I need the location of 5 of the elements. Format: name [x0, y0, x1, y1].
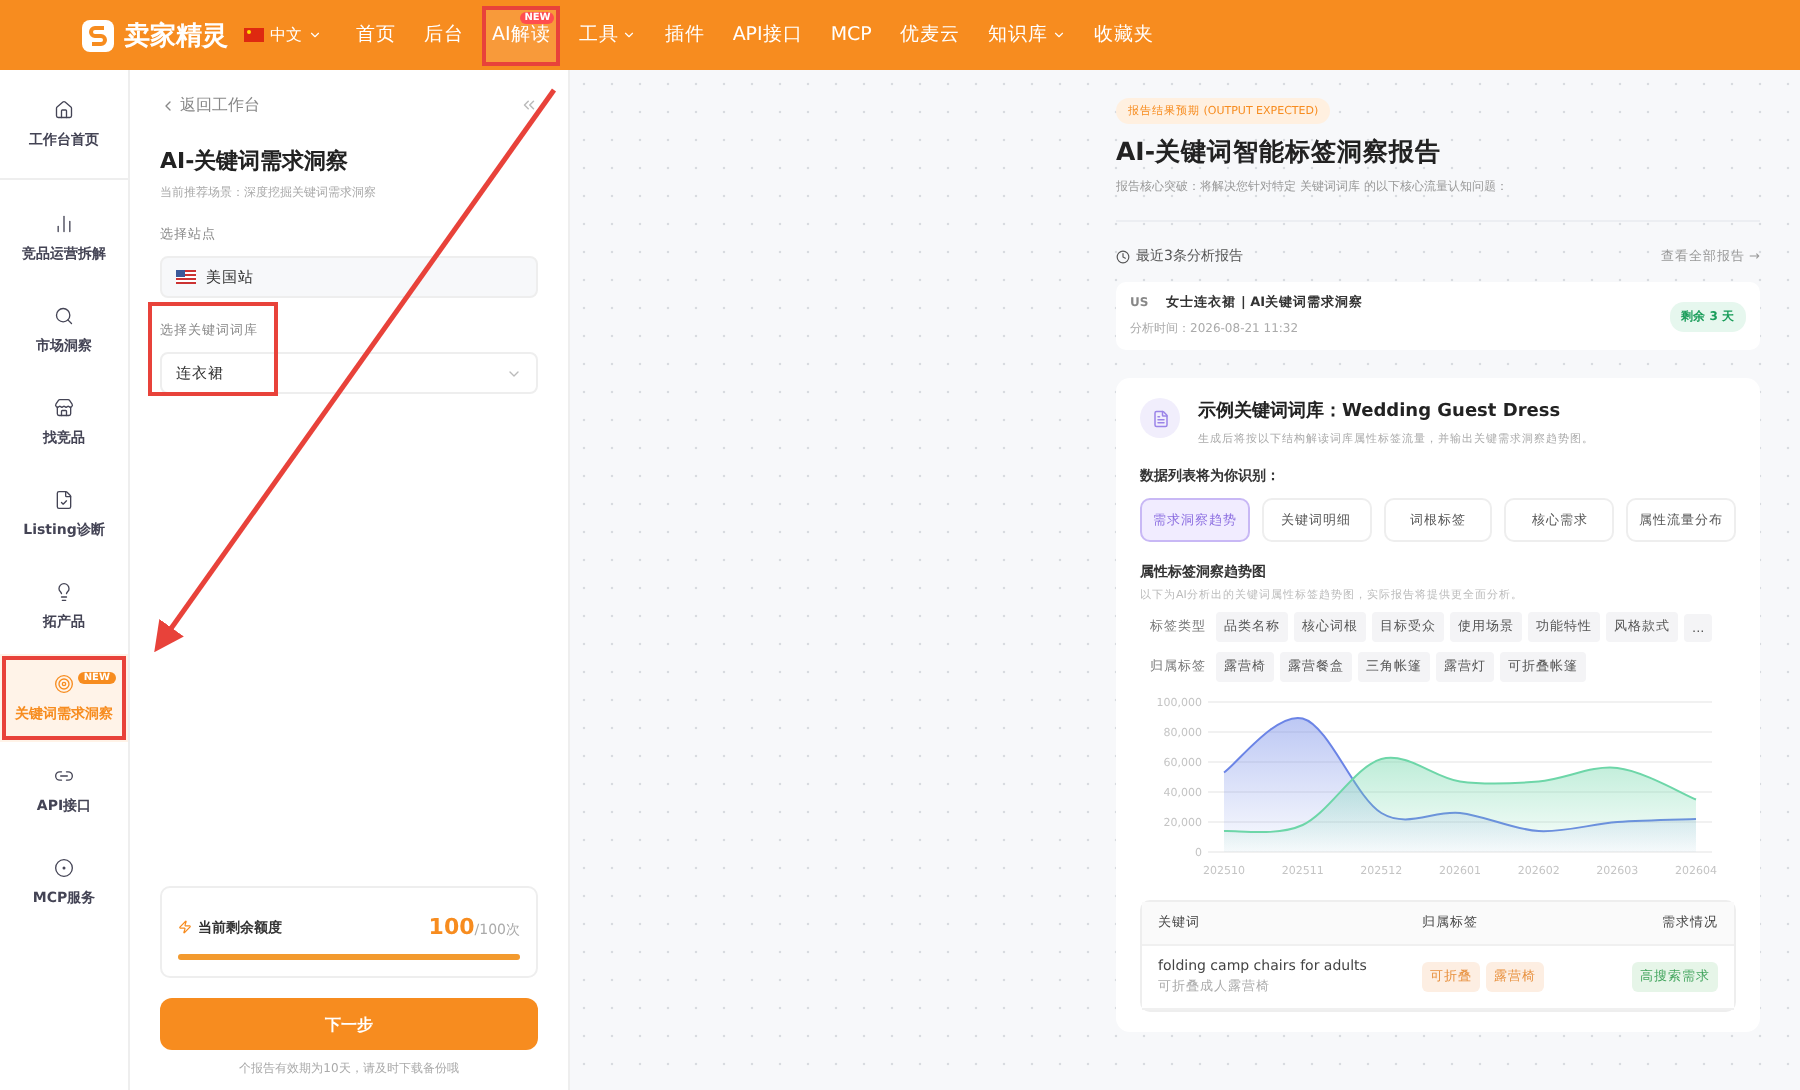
- quota-value: 100: [428, 914, 475, 940]
- report-title: AI-关键词智能标签洞察报告: [1116, 136, 1444, 170]
- logo-text: 卖家精灵: [124, 19, 228, 53]
- sample-title: 示例关键词词库：Wedding Guest Dress: [1198, 398, 1563, 424]
- panel-title: AI-关键词需求洞察: [160, 146, 351, 176]
